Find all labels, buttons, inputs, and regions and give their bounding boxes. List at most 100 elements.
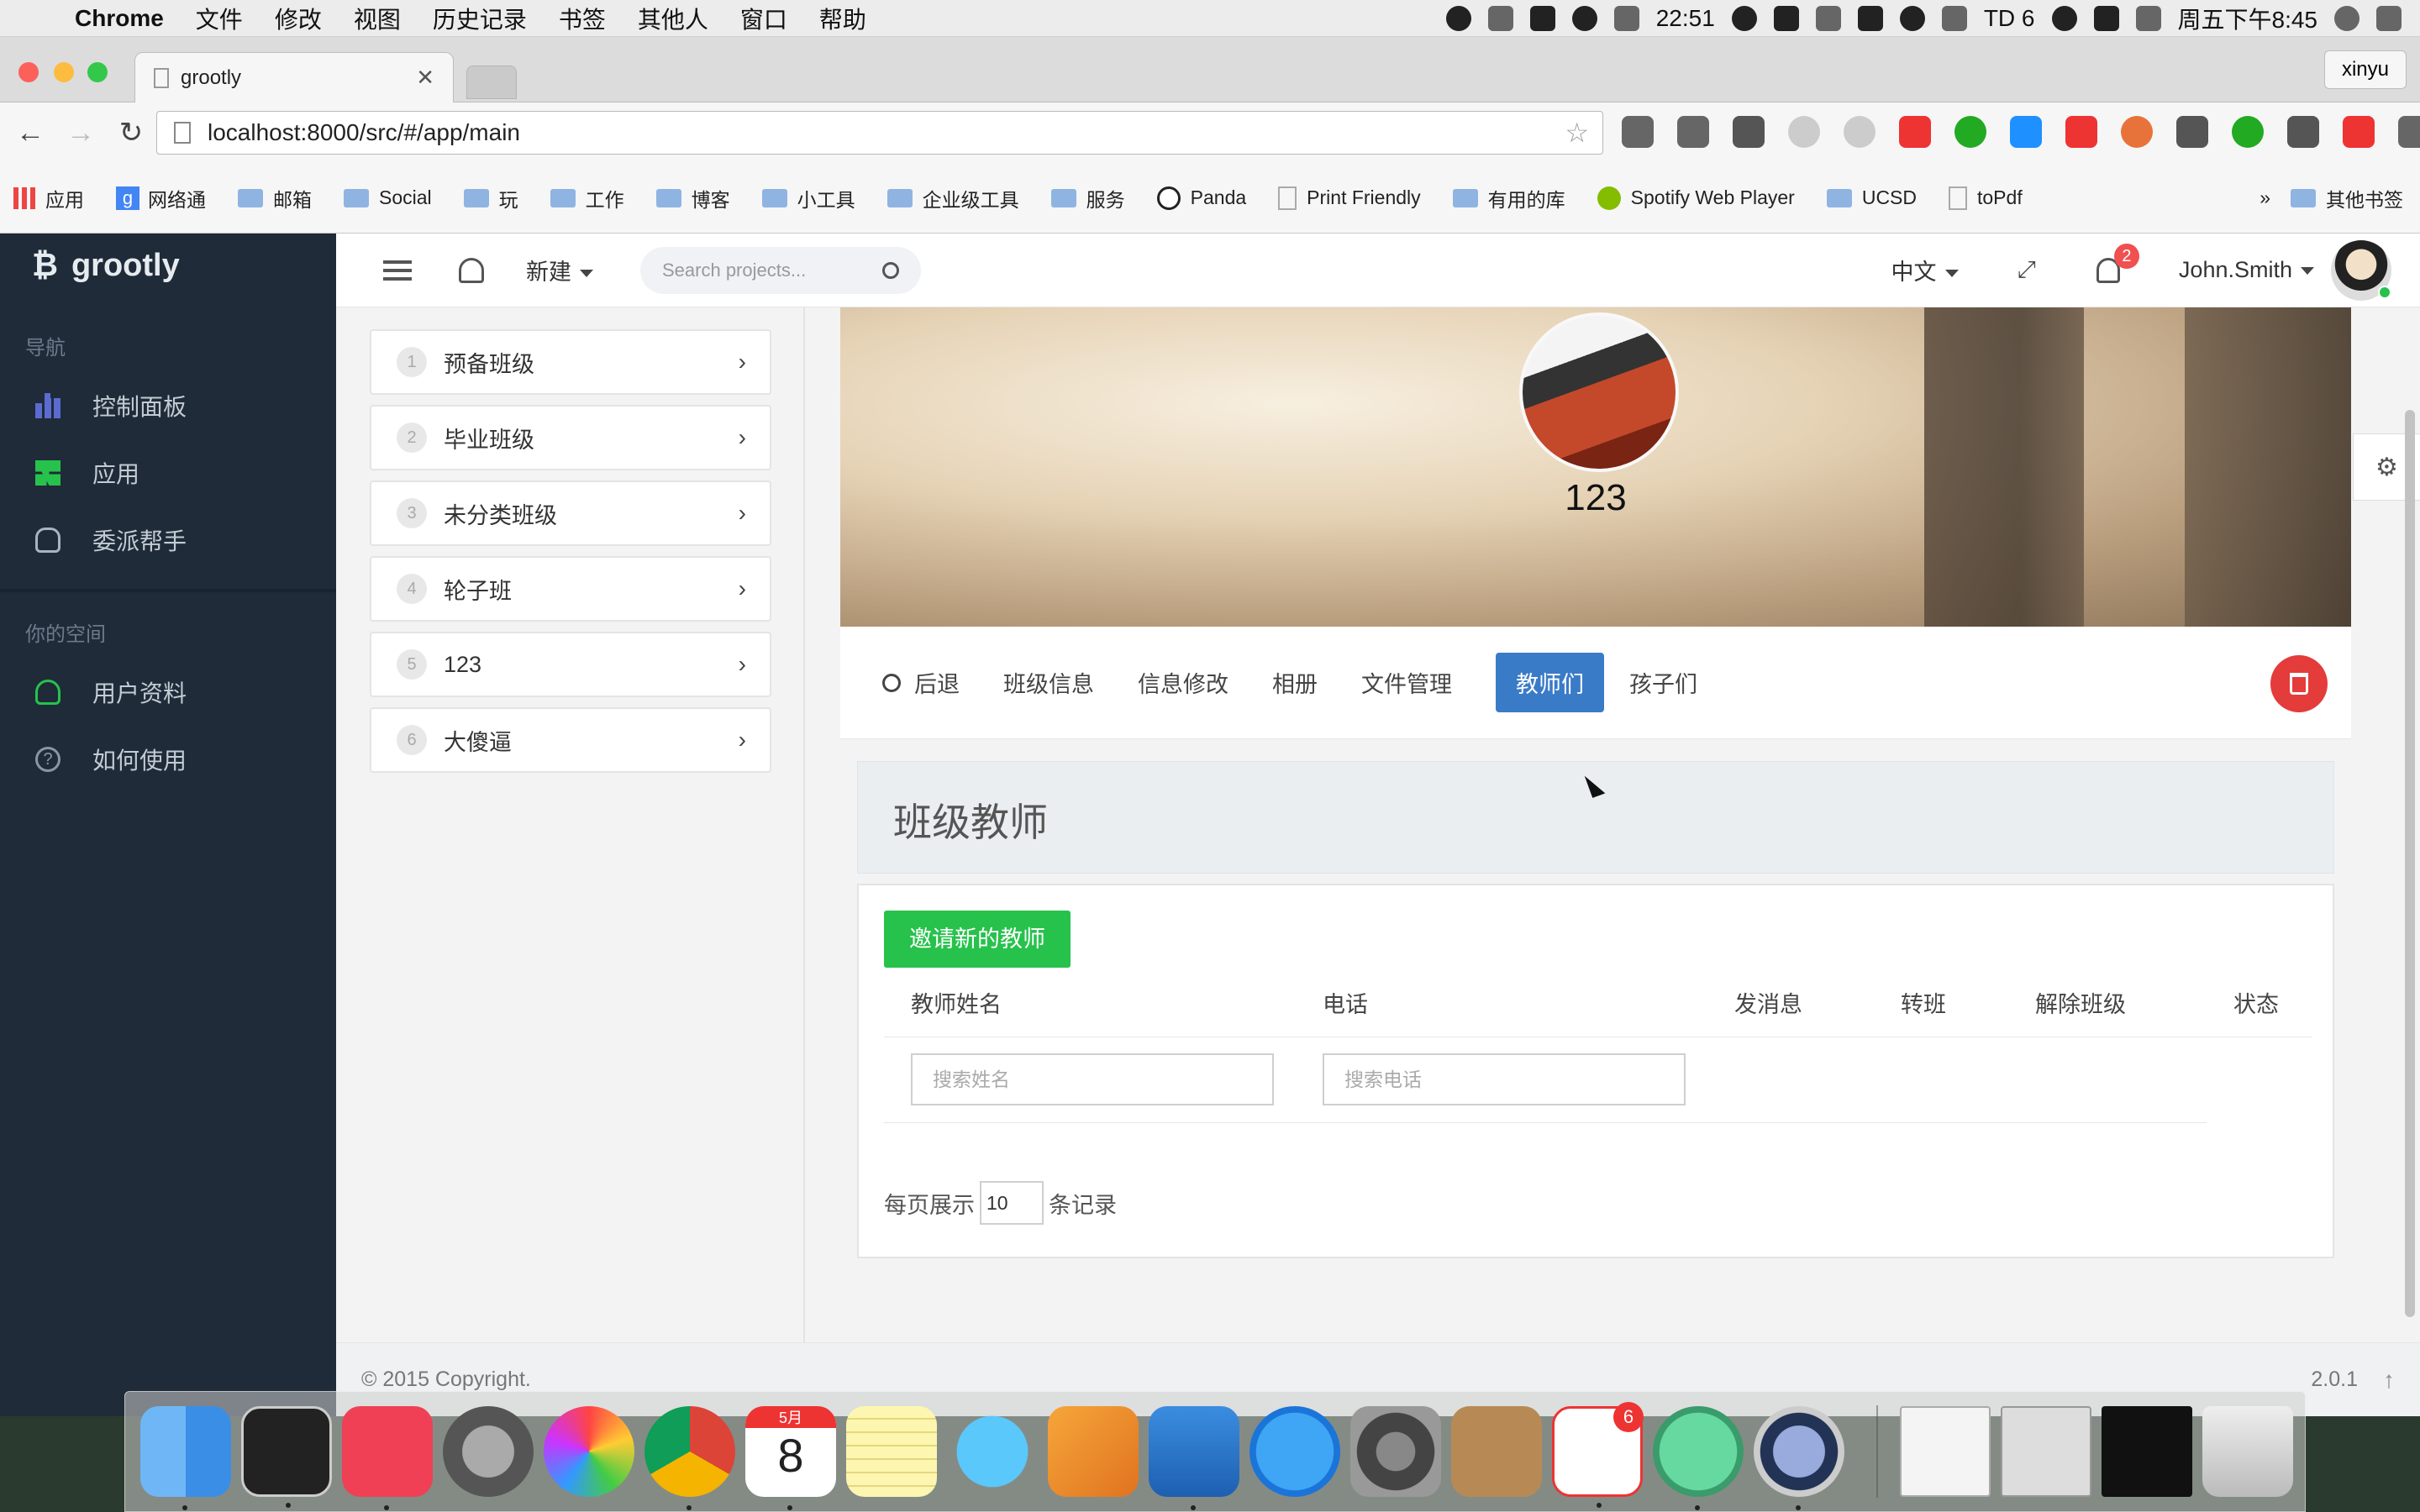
browser-tab[interactable]: grootly ✕ xyxy=(134,52,454,102)
screenshot-dock-icon[interactable] xyxy=(2001,1406,2091,1497)
search-icon[interactable] xyxy=(882,261,899,279)
class-list-item[interactable]: 5 123 › xyxy=(370,632,771,697)
pocket-dock-icon[interactable] xyxy=(342,1406,433,1510)
new-dropdown-button[interactable]: 新建 xyxy=(526,254,593,286)
bookmark-folder[interactable]: UCSD xyxy=(1826,186,1917,209)
class-list-item[interactable]: 6 大傻逼 › xyxy=(370,707,771,773)
system-preferences-dock-icon[interactable] xyxy=(1350,1406,1441,1497)
column-header-transfer[interactable]: 转班 xyxy=(1901,986,1946,1019)
spotlight-search-icon[interactable] xyxy=(2334,5,2360,31)
pen-icon[interactable] xyxy=(1487,5,1513,31)
battery-icon[interactable] xyxy=(2135,5,2161,31)
record-icon[interactable] xyxy=(1445,5,1471,31)
fullscreen-icon[interactable]: ⤢ xyxy=(2018,256,2036,284)
forward-arrow-icon[interactable]: → xyxy=(60,117,101,150)
notification-center-icon[interactable] xyxy=(2376,5,2402,31)
atom-dock-icon[interactable] xyxy=(1653,1406,1744,1510)
class-photo[interactable] xyxy=(1519,312,1679,472)
scroll-top-icon[interactable]: ↑ xyxy=(2383,1367,2395,1394)
terminal-dock-icon[interactable] xyxy=(241,1406,332,1508)
id-icon[interactable] xyxy=(1773,5,1799,31)
bookmark-folder[interactable]: 有用的库 xyxy=(1452,184,1565,213)
asterisk-icon[interactable] xyxy=(1529,5,1555,31)
mail-icon[interactable] xyxy=(1571,5,1597,31)
page-size-select[interactable]: 10 xyxy=(980,1181,1044,1225)
reload-icon[interactable]: ↻ xyxy=(111,116,151,150)
contacts-dock-icon[interactable] xyxy=(1451,1406,1542,1497)
chrome-menu-icon[interactable] xyxy=(2398,116,2420,148)
class-list-item[interactable]: 3 未分类班级 › xyxy=(370,480,771,546)
s-app-icon[interactable] xyxy=(2093,5,2119,31)
calendar-dock-icon[interactable]: 5月 8 xyxy=(745,1406,836,1510)
app-menu-chrome[interactable]: Chrome xyxy=(59,5,180,32)
p-extension-icon[interactable] xyxy=(2121,116,2153,148)
color-extension-icon[interactable] xyxy=(1954,116,1986,148)
minimize-window-button[interactable] xyxy=(54,62,74,82)
todoist-dock-icon[interactable]: 6 xyxy=(1552,1402,1644,1508)
menu-toggle-icon[interactable] xyxy=(383,260,412,281)
address-bar[interactable]: localhost:8000/src/#/app/main ☆ xyxy=(156,111,1603,155)
notes-dock-icon[interactable] xyxy=(846,1406,937,1497)
bookmark-folder[interactable]: Social xyxy=(344,186,432,209)
delete-class-button[interactable] xyxy=(2270,655,2328,712)
column-header-name[interactable]: 教师姓名 xyxy=(911,986,1002,1019)
bookmark-folder[interactable]: 服务 xyxy=(1050,184,1125,213)
user-menu-dropdown[interactable]: John.Smith xyxy=(2179,257,2314,283)
menu-help[interactable]: 帮助 xyxy=(803,2,882,35)
app-store-dock-icon[interactable] xyxy=(1249,1406,1340,1497)
name-search-input[interactable]: 搜索姓名 xyxy=(911,1053,1274,1105)
class-list-item[interactable]: 4 轮子班 › xyxy=(370,556,771,622)
avatar[interactable] xyxy=(2331,239,2391,301)
photos-dock-icon[interactable] xyxy=(544,1406,634,1497)
column-header-remove[interactable]: 解除班级 xyxy=(2035,986,2126,1019)
puzzle-extension-icon[interactable] xyxy=(1733,116,1765,148)
window-icon[interactable] xyxy=(1815,5,1841,31)
zoom-window-button[interactable] xyxy=(87,62,108,82)
send-icon[interactable] xyxy=(1613,5,1639,31)
back-arrow-icon[interactable]: ← xyxy=(10,117,50,150)
bookmarks-overflow-button[interactable]: » xyxy=(2260,186,2270,209)
profile-button[interactable]: xinyu xyxy=(2323,50,2407,89)
bookmark-folder[interactable]: 小工具 xyxy=(761,184,855,213)
phone-search-input[interactable]: 搜索电话 xyxy=(1323,1053,1686,1105)
quicktime-dock-icon[interactable] xyxy=(1754,1406,1844,1510)
language-dropdown[interactable]: 中文 xyxy=(1891,254,1959,286)
flower-extension-icon[interactable] xyxy=(1899,116,1931,148)
menu-edit[interactable]: 修改 xyxy=(259,2,338,35)
menu-history[interactable]: 历史记录 xyxy=(417,2,543,35)
column-header-status[interactable]: 状态 xyxy=(2233,986,2279,1019)
search-input[interactable]: Search projects... xyxy=(640,246,921,294)
bookmark-folder[interactable]: 玩 xyxy=(463,184,518,213)
timer-icon[interactable] xyxy=(1731,5,1757,31)
trash-dock-icon[interactable] xyxy=(2202,1406,2293,1497)
menu-file[interactable]: 文件 xyxy=(180,2,259,35)
column-header-phone[interactable]: 电话 xyxy=(1323,986,1368,1019)
bookmark-folder[interactable]: 工作 xyxy=(550,184,624,213)
menu-bookmarks[interactable]: 书签 xyxy=(543,2,622,35)
a-extension-icon[interactable] xyxy=(1677,116,1709,148)
pocket-extension-icon[interactable] xyxy=(1622,116,1654,148)
person-icon[interactable] xyxy=(459,257,484,283)
bookmark-folder[interactable]: 企业级工具 xyxy=(886,184,1019,213)
y-extension-icon[interactable] xyxy=(2010,116,2042,148)
terminal-window-dock-icon[interactable] xyxy=(2102,1406,2192,1497)
tab-children[interactable]: 孩子们 xyxy=(1629,666,1697,699)
sidebar-item-help[interactable]: ? 如何使用 xyxy=(0,726,336,793)
tab-edit-info[interactable]: 信息修改 xyxy=(1138,666,1228,699)
chat-extension-icon[interactable] xyxy=(2343,116,2375,148)
tab-album[interactable]: 相册 xyxy=(1272,666,1318,699)
pages-dock-icon[interactable] xyxy=(1048,1406,1139,1497)
other-bookmarks[interactable]: 其他书签 xyxy=(2291,184,2403,213)
tab-teachers[interactable]: 教师们 xyxy=(1496,653,1604,712)
bell-icon[interactable]: 2 xyxy=(2096,243,2139,283)
bookmark-folder[interactable]: 博客 xyxy=(655,184,730,213)
edit-extension-icon[interactable] xyxy=(2176,116,2208,148)
menu-people[interactable]: 其他人 xyxy=(622,2,724,35)
close-window-button[interactable] xyxy=(18,62,39,82)
sidebar-item-dashboard[interactable]: 控制面板 xyxy=(0,372,336,439)
bookmark-spotify[interactable]: Spotify Web Player xyxy=(1597,186,1795,210)
new-tab-button[interactable] xyxy=(466,66,517,99)
document-dock-icon[interactable] xyxy=(1900,1406,1991,1497)
td-menubar-count[interactable]: TD 6 xyxy=(1984,5,2035,32)
bookmark-topdf[interactable]: toPdf xyxy=(1949,186,2023,210)
